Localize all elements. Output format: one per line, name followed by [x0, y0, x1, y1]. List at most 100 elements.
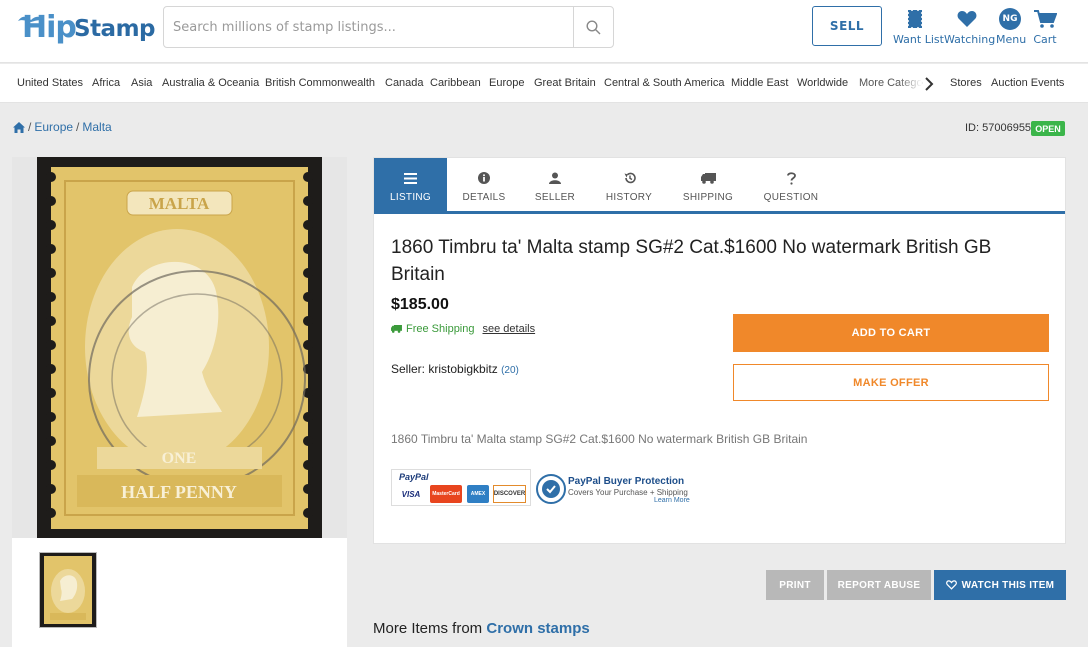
paypal-buyer-protection: PayPal Buyer Protection Covers Your Purc… — [536, 472, 706, 506]
shipping-info: Free Shipping see details — [391, 323, 535, 335]
report-abuse-button[interactable]: REPORT ABUSE — [827, 570, 931, 600]
category-link[interactable]: Asia — [131, 77, 152, 89]
auction-events-link[interactable]: Auction Events — [991, 77, 1064, 89]
free-shipping-label: Free Shipping — [406, 323, 475, 335]
shield-icon — [536, 474, 566, 504]
cart-icon — [1034, 10, 1057, 28]
search-input[interactable] — [164, 7, 574, 47]
tab-listing[interactable]: LISTING — [374, 158, 447, 211]
listing-tabs: LISTING DETAILS SELLER HISTORY SHIPPING … — [374, 158, 1065, 214]
amex-logo: AMEX — [467, 485, 489, 503]
listing-card: LISTING DETAILS SELLER HISTORY SHIPPING … — [373, 157, 1066, 544]
mastercard-logo: MasterCard — [430, 485, 462, 503]
category-link[interactable]: Europe — [489, 77, 524, 89]
watch-item-label: WATCH THIS ITEM — [961, 579, 1055, 591]
store-link[interactable]: Crown stamps — [486, 620, 589, 637]
category-link[interactable]: Canada — [385, 77, 424, 89]
image-gallery: MALTA ONE HALF PENNY — [12, 157, 347, 647]
watching-label: Watching — [944, 33, 996, 46]
breadcrumb-item-malta[interactable]: Malta — [82, 120, 111, 134]
list-icon — [404, 172, 417, 184]
more-items-prefix: More Items from — [373, 620, 483, 637]
stamp-icon — [907, 9, 923, 29]
add-to-cart-button[interactable]: ADD TO CART — [733, 314, 1049, 352]
protection-subtitle: Covers Your Purchase + Shipping — [568, 488, 688, 497]
tab-history-label: HISTORY — [605, 192, 653, 203]
search-icon — [586, 19, 601, 34]
info-icon — [478, 172, 490, 184]
seller-name-link[interactable]: kristobigkbitz — [428, 362, 497, 376]
print-button[interactable]: PRINT — [766, 570, 824, 600]
tab-seller[interactable]: SELLER — [529, 158, 581, 211]
menu-link[interactable]: NG Menu — [996, 8, 1027, 46]
category-link[interactable]: Central & South America — [604, 77, 724, 89]
breadcrumb-separator: / — [76, 120, 80, 134]
tab-seller-label: SELLER — [534, 192, 576, 203]
protection-title: PayPal Buyer Protection — [568, 476, 685, 487]
breadcrumb-item-europe[interactable]: Europe — [34, 120, 73, 134]
search-button[interactable] — [573, 7, 613, 47]
category-link[interactable]: Middle East — [731, 77, 788, 89]
listing-price: $185.00 — [391, 296, 449, 313]
logo-text-stamp: Stamp — [74, 16, 156, 42]
seller-feedback-count[interactable]: (20) — [501, 365, 519, 376]
chevron-right-icon[interactable] — [922, 76, 936, 92]
search-bar — [163, 6, 614, 48]
category-link[interactable]: British Commonwealth — [265, 77, 375, 89]
category-link[interactable]: Australia & Oceania — [162, 77, 259, 89]
learn-more-link[interactable]: Learn More — [654, 497, 690, 504]
tab-shipping-label: SHIPPING — [682, 192, 734, 203]
truck-icon — [700, 172, 716, 184]
stamp-picture: MALTA ONE HALF PENNY — [37, 157, 322, 538]
history-icon — [624, 172, 636, 184]
category-link[interactable]: Africa — [92, 77, 120, 89]
user-icon — [549, 172, 561, 184]
stamp-text-halfpenny: HALF PENNY — [121, 482, 237, 502]
sell-button[interactable]: SELL — [812, 6, 882, 46]
question-icon — [786, 171, 796, 185]
visa-logo: VISA — [401, 489, 421, 499]
heart-outline-icon — [945, 580, 957, 590]
discover-logo: DISCOVER — [493, 485, 526, 503]
breadcrumb-separator: / — [28, 120, 32, 134]
avatar: NG — [999, 8, 1021, 30]
breadcrumb: / Europe / Malta — [13, 120, 112, 134]
category-link[interactable]: Great Britain — [534, 77, 596, 89]
stamp-text-malta: MALTA — [149, 194, 210, 213]
home-icon[interactable] — [13, 121, 25, 133]
tab-question-label: QUESTION — [763, 192, 819, 203]
watch-item-button[interactable]: WATCH THIS ITEM — [934, 570, 1066, 600]
want-list-link[interactable]: Want List — [893, 8, 944, 46]
category-link[interactable]: United States — [17, 77, 83, 89]
top-header: Hip Stamp SELL Want List — [0, 0, 1088, 63]
tab-question[interactable]: QUESTION — [760, 158, 822, 211]
tab-details[interactable]: DETAILS — [454, 158, 514, 211]
payment-methods: PayPal VISA MasterCard AMEX DISCOVER — [391, 469, 531, 506]
status-badge: OPEN — [1031, 121, 1065, 136]
listing-id: ID: 57006955 — [965, 122, 1032, 134]
menu-label: Menu — [996, 33, 1027, 46]
make-offer-button[interactable]: MAKE OFFER — [733, 364, 1049, 401]
category-link[interactable]: Worldwide — [797, 77, 848, 89]
see-details-link[interactable]: see details — [483, 323, 536, 335]
seller-info: Seller: kristobigkbitz (20) — [391, 362, 519, 376]
cart-link[interactable]: Cart — [1032, 8, 1058, 46]
want-list-label: Want List — [893, 33, 944, 46]
main-image-frame: MALTA ONE HALF PENNY — [12, 157, 347, 538]
tab-details-label: DETAILS — [462, 192, 506, 203]
heart-icon — [957, 11, 977, 27]
listing-description: 1860 Timbru ta' Malta stamp SG#2 Cat.$16… — [391, 432, 808, 446]
stamp-text-one: ONE — [162, 450, 197, 467]
logo-text-hip: Hip — [22, 10, 77, 45]
category-nav: United States Africa Asia Australia & Oc… — [0, 64, 1088, 103]
tab-shipping[interactable]: SHIPPING — [676, 158, 740, 211]
category-link[interactable]: Caribbean — [430, 77, 481, 89]
hipstamp-logo[interactable]: Hip Stamp — [16, 9, 156, 45]
watching-link[interactable]: Watching — [944, 8, 996, 46]
tab-history[interactable]: HISTORY — [600, 158, 658, 211]
tab-listing-label: LISTING — [390, 192, 431, 203]
stores-link[interactable]: Stores — [950, 77, 982, 89]
stamp-image[interactable]: MALTA ONE HALF PENNY — [37, 157, 322, 538]
image-thumbnail[interactable] — [39, 552, 97, 628]
nav-fade — [898, 70, 922, 96]
